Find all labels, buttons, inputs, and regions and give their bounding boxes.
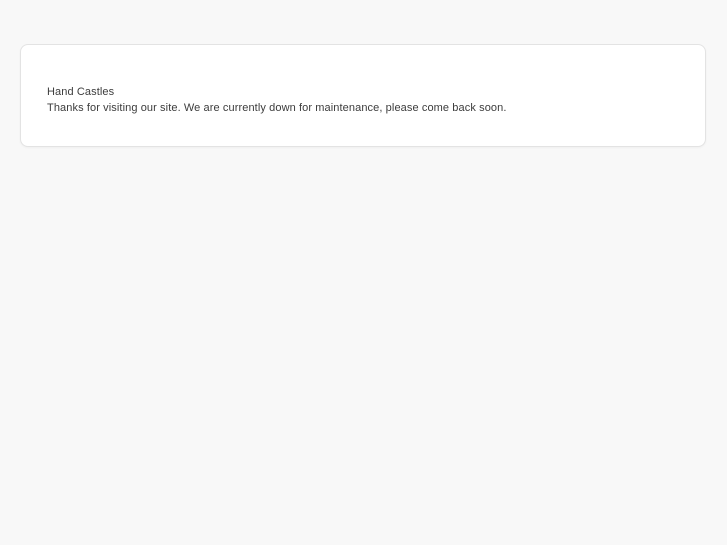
store-name: Hand Castles	[47, 86, 115, 98]
maintenance-message: Thanks for visiting our site. We are cur…	[47, 102, 507, 114]
maintenance-card: Hand Castles Thanks for visiting our sit…	[20, 44, 706, 147]
page-background: { "page": { "background_color": "#f8f8f8…	[0, 0, 727, 545]
